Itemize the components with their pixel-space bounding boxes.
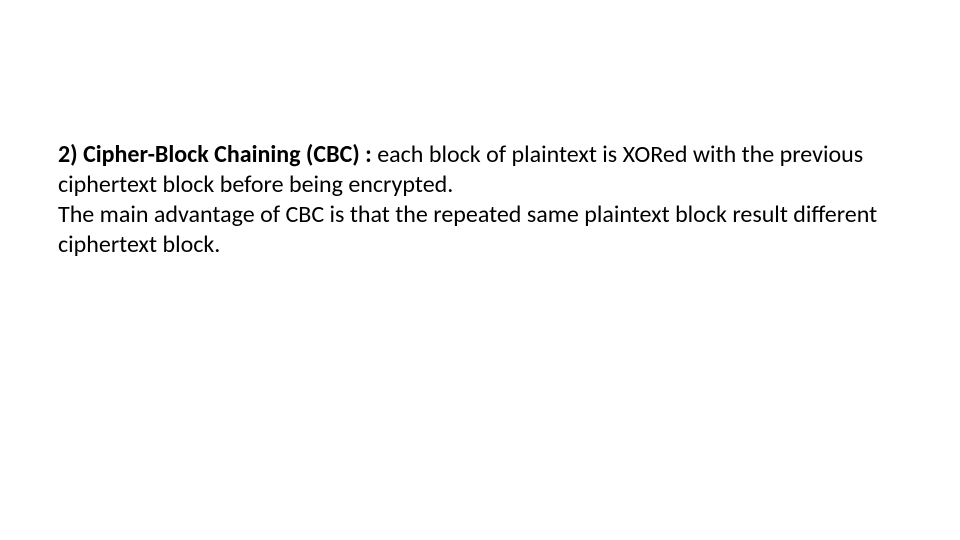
paragraph-1: 2) Cipher-Block Chaining (CBC) : each bl…	[58, 140, 902, 200]
slide: 2) Cipher-Block Chaining (CBC) : each bl…	[0, 0, 960, 540]
paragraph-2: The main advantage of CBC is that the re…	[58, 200, 902, 260]
slide-body-text: 2) Cipher-Block Chaining (CBC) : each bl…	[58, 140, 902, 260]
heading-bold: 2) Cipher-Block Chaining (CBC) :	[58, 140, 377, 169]
